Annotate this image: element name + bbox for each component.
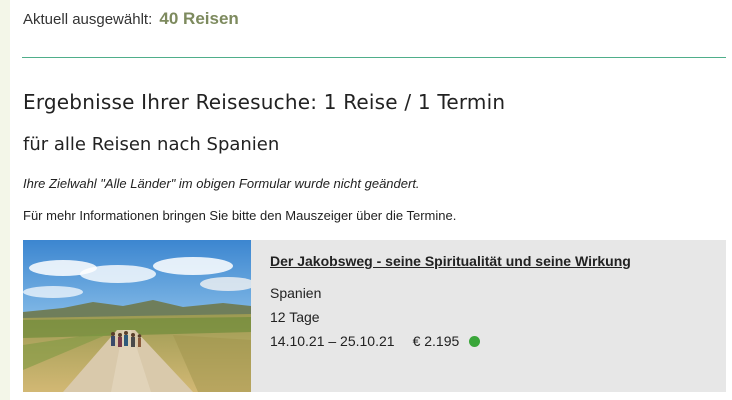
selection-label: Aktuell ausgewählt: — [23, 11, 153, 28]
destination-note: Ihre Zielwahl "Alle Länder" im obigen Fo… — [23, 176, 420, 191]
results-subheading: für alle Reisen nach Spanien — [23, 134, 280, 155]
selection-count: 40 Reisen — [159, 9, 239, 28]
trip-title-link[interactable]: Der Jakobsweg - seine Spiritualität und … — [270, 253, 631, 269]
trip-date-row[interactable]: 14.10.21 – 25.10.21 € 2.195 — [270, 333, 481, 349]
trip-result-card[interactable]: Der Jakobsweg - seine Spiritualität und … — [23, 240, 726, 392]
divider — [22, 57, 726, 58]
trip-dates[interactable]: 14.10.21 – 25.10.21 — [270, 333, 395, 349]
info-text: Für mehr Informationen bringen Sie bitte… — [23, 208, 457, 223]
page-content: Aktuell ausgewählt: 40 Reisen Ergebnisse… — [10, 0, 732, 400]
trip-price: € 2.195 — [412, 333, 460, 349]
selection-summary: Aktuell ausgewählt: 40 Reisen — [23, 9, 239, 29]
results-heading: Ergebnisse Ihrer Reisesuche: 1 Reise / 1… — [23, 90, 506, 114]
trip-image[interactable] — [23, 240, 251, 392]
trip-duration: 12 Tage — [270, 309, 320, 325]
availability-dot-icon — [469, 335, 481, 347]
trip-country: Spanien — [270, 285, 322, 301]
